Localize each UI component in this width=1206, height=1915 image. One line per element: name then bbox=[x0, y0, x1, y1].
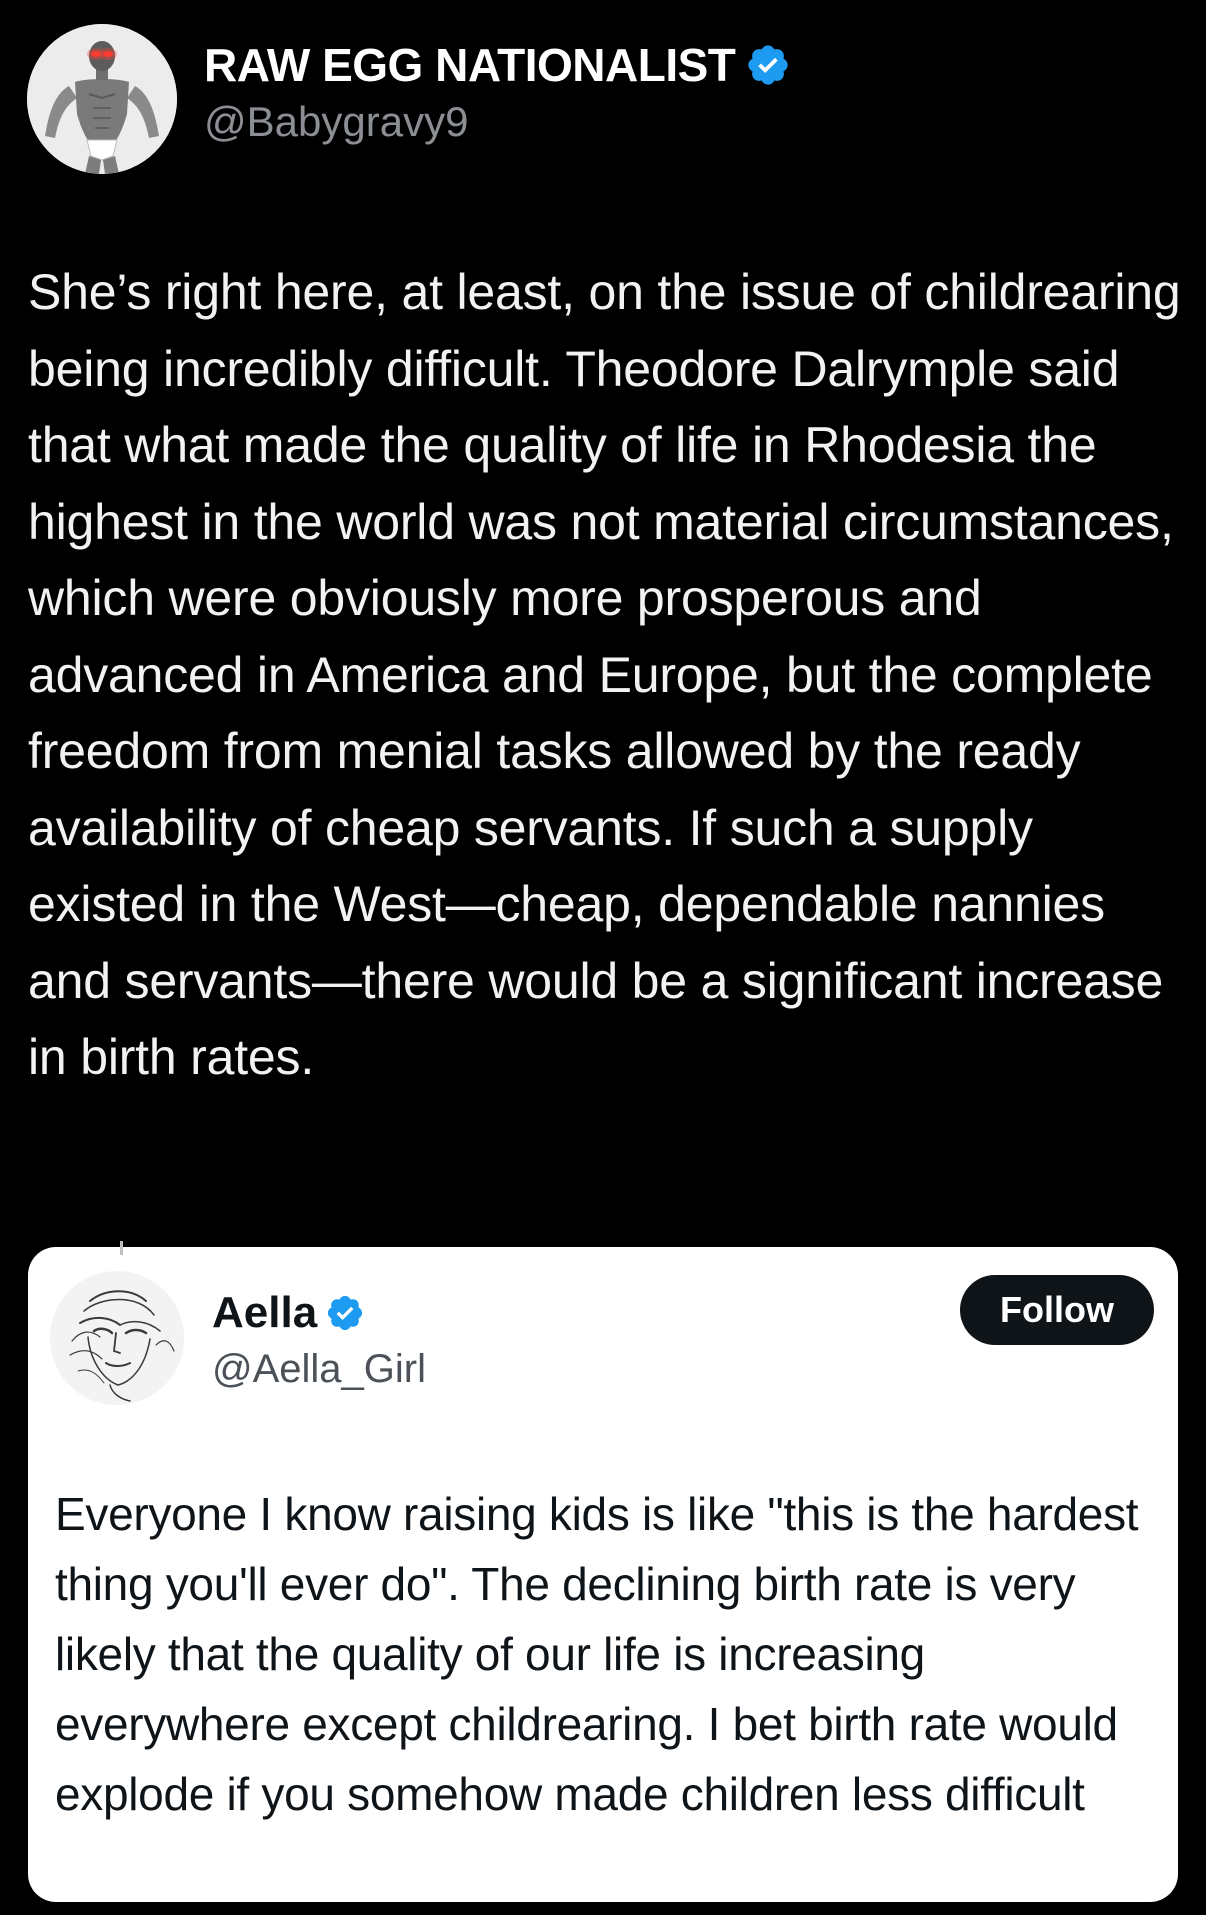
follow-button[interactable]: Follow bbox=[960, 1275, 1154, 1345]
tweet-header: RAW EGG NATIONALIST @Babygravy9 bbox=[27, 24, 791, 174]
sketch-portrait-avatar-icon bbox=[50, 1271, 184, 1405]
tweet-body-text: She’s right here, at least, on the issue… bbox=[28, 264, 1181, 1085]
author-avatar[interactable] bbox=[27, 24, 177, 174]
quoted-author-avatar[interactable] bbox=[50, 1271, 184, 1405]
verified-badge-icon[interactable] bbox=[745, 42, 791, 88]
quoted-verified-badge-icon[interactable] bbox=[325, 1293, 365, 1333]
quoted-tweet-body-text: Everyone I know raising kids is like "th… bbox=[55, 1488, 1139, 1820]
quoted-author-display-name[interactable]: Aella bbox=[212, 1287, 317, 1339]
quoted-author-handle[interactable]: @Aella_Girl bbox=[212, 1344, 426, 1394]
author-handle[interactable]: @Babygravy9 bbox=[204, 95, 791, 149]
author-name-row: RAW EGG NATIONALIST bbox=[204, 37, 791, 93]
quoted-author-name-row: Aella bbox=[212, 1287, 365, 1339]
bodybuilder-avatar-icon bbox=[27, 24, 177, 174]
author-block: RAW EGG NATIONALIST @Babygravy9 bbox=[204, 37, 791, 149]
author-display-name[interactable]: RAW EGG NATIONALIST bbox=[204, 37, 736, 93]
quoted-tweet-card[interactable]: Aella @Aella_Girl Follow Everyone I know… bbox=[28, 1241, 1178, 1902]
card-divider-tick bbox=[120, 1241, 123, 1255]
